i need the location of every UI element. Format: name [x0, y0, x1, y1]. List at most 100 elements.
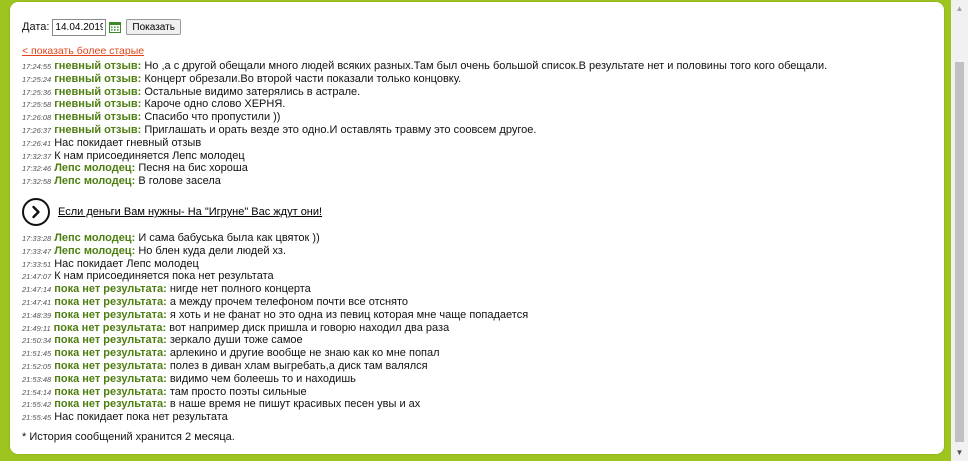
- message-text: Спасибо что пропустили )): [144, 111, 281, 124]
- message-nick[interactable]: Лепс молодец:: [54, 162, 135, 174]
- ad-link[interactable]: Если деньги Вам нужны- На "Игруне" Вас ж…: [58, 206, 322, 218]
- message-row: 17:33:47 Лепс молодец: Но блен куда дели …: [22, 245, 922, 258]
- message-row: 17:25:24 гневный отзыв: Концерт обрезали.…: [22, 73, 922, 86]
- message-nick[interactable]: пока нет результата:: [54, 309, 167, 321]
- message-row: 17:24:55 гневный отзыв: Но ,а с другой об…: [22, 60, 922, 73]
- message-time: 17:26:37: [22, 125, 52, 135]
- message-text: зеркало души тоже самое: [169, 334, 303, 347]
- message-nick[interactable]: гневный отзыв:: [54, 73, 141, 85]
- message-list-top: 17:24:55 гневный отзыв: Но ,а с другой об…: [22, 60, 922, 188]
- message-text: Нас покидает гневный отзыв: [54, 136, 202, 149]
- message-text: Кароче одно слово ХЕРНЯ.: [144, 98, 286, 111]
- message-nick[interactable]: гневный отзыв:: [54, 124, 141, 136]
- message-text: видимо чем болеешь то и находишь: [169, 372, 356, 385]
- message-nick[interactable]: Лепс молодец:: [54, 175, 135, 187]
- message-text: там просто поэты сильные: [169, 385, 307, 398]
- vertical-scrollbar[interactable]: ▲ ▼: [951, 0, 968, 461]
- message-nick[interactable]: пока нет результата:: [54, 283, 167, 295]
- message-time: 21:49:11: [22, 323, 51, 333]
- message-row: 17:25:58 гневный отзыв: Кароче одно слово…: [22, 98, 922, 111]
- message-row: 21:55:45 Нас покидает пока нет результата: [22, 411, 922, 424]
- message-time: 21:53:48: [22, 374, 52, 384]
- date-label: Дата:: [22, 21, 50, 33]
- message-row: 21:53:48 пока нет результата: видимо чем …: [22, 373, 922, 386]
- message-time: 21:47:14: [22, 285, 52, 295]
- message-text: полез в диван хлам выгребать,а диск там …: [169, 359, 428, 372]
- show-button[interactable]: Показать: [126, 19, 181, 35]
- message-row: 21:48:39 пока нет результата: я хоть и не…: [22, 309, 922, 322]
- message-list-bottom: 17:33:28 Лепс молодец: И сама бабуська бы…: [22, 232, 922, 424]
- message-row: 21:47:14 пока нет результата: нигде нет п…: [22, 283, 922, 296]
- history-footnote: * История сообщений хранится 2 месяца.: [22, 431, 235, 443]
- message-time: 17:25:24: [22, 74, 52, 84]
- calendar-icon[interactable]: [109, 21, 122, 33]
- message-text: К нам присоединяется Лепс молодец: [54, 149, 245, 162]
- message-nick[interactable]: гневный отзыв:: [54, 98, 141, 110]
- message-text: Но ,а с другой обещали много людей всяки…: [144, 60, 828, 72]
- message-text: Песня на бис хороша: [138, 162, 248, 175]
- message-text: Но блен куда дели людей хз.: [138, 244, 286, 257]
- message-time: 21:50:34: [22, 336, 52, 346]
- message-row: 21:52:05 пока нет результата: полез в див…: [22, 360, 922, 373]
- message-time: 21:55:45: [22, 413, 52, 423]
- message-time: 17:32:37: [22, 151, 52, 161]
- message-time: 17:33:51: [22, 259, 52, 269]
- scroll-down-icon[interactable]: ▼: [951, 444, 968, 461]
- message-text: я хоть и не фанат но это одна из певиц к…: [169, 308, 529, 321]
- message-time: 21:52:05: [22, 361, 52, 371]
- message-row: 17:26:37 гневный отзыв: Приглашать и орат…: [22, 124, 922, 137]
- message-time: 17:26:41: [22, 138, 52, 148]
- scroll-up-icon[interactable]: ▲: [951, 0, 968, 17]
- message-time: 21:47:07: [22, 272, 52, 282]
- message-row: 21:54:14 пока нет результата: там просто …: [22, 386, 922, 399]
- message-nick[interactable]: гневный отзыв:: [54, 111, 141, 123]
- message-nick[interactable]: пока нет результата:: [54, 296, 167, 308]
- message-time: 17:24:55: [22, 62, 52, 71]
- message-row: 21:55:42 пока нет результата: в наше врем…: [22, 398, 922, 411]
- date-filter: Дата: Показать: [22, 18, 181, 36]
- message-nick[interactable]: пока нет результата:: [54, 360, 167, 372]
- show-older-link[interactable]: < показать более старые: [22, 45, 144, 57]
- message-nick[interactable]: пока нет результата:: [54, 334, 167, 346]
- message-row: 21:47:07 К нам присоединяется пока нет ре…: [22, 270, 922, 283]
- message-nick[interactable]: пока нет результата:: [54, 373, 167, 385]
- message-row: 17:25:36 гневный отзыв: Остальные видимо …: [22, 86, 922, 99]
- message-time: 21:48:39: [22, 310, 52, 320]
- message-time: 21:54:14: [22, 387, 52, 397]
- message-text: К нам присоединяется пока нет результата: [54, 270, 274, 283]
- message-time: 17:33:28: [22, 234, 52, 243]
- ad-banner[interactable]: Если деньги Вам нужны- На "Игруне" Вас ж…: [22, 196, 322, 228]
- message-text: а между прочем телефоном почти все отсня…: [169, 295, 409, 308]
- message-time: 17:26:08: [22, 113, 52, 123]
- message-nick[interactable]: гневный отзыв:: [54, 86, 141, 98]
- message-text: В голове засела: [138, 175, 221, 188]
- message-time: 17:25:36: [22, 87, 52, 97]
- date-input[interactable]: [52, 18, 107, 36]
- message-nick[interactable]: Лепс молодец:: [54, 232, 135, 244]
- message-row: 17:26:41 Нас покидает гневный отзыв: [22, 137, 922, 150]
- message-row: 21:49:11 пока нет результата: вот наприме…: [22, 322, 922, 335]
- message-text: нигде нет полного концерта: [169, 283, 311, 296]
- message-time: 21:51:45: [22, 349, 52, 359]
- message-row: 17:33:51 Нас покидает Лепс молодец: [22, 258, 922, 271]
- message-nick[interactable]: пока нет результата:: [54, 347, 167, 359]
- message-row: 17:26:08 гневный отзыв: Спасибо что пропу…: [22, 111, 922, 124]
- chevron-right-icon[interactable]: [22, 198, 50, 226]
- message-nick[interactable]: гневный отзыв:: [54, 60, 141, 72]
- message-row: 17:33:28 Лепс молодец: И сама бабуська бы…: [22, 232, 922, 245]
- message-nick[interactable]: пока нет результата:: [54, 322, 167, 334]
- message-text: вот например диск пришла и говорю находи…: [169, 321, 450, 334]
- message-row: 21:50:34 пока нет результата: зеркало душ…: [22, 334, 922, 347]
- message-time: 17:33:47: [22, 246, 52, 256]
- chat-history-panel: Дата: Показать < показать более старые 1…: [10, 2, 944, 454]
- message-time: 17:32:58: [22, 177, 52, 187]
- message-nick[interactable]: Лепс молодец:: [54, 245, 135, 257]
- message-nick[interactable]: пока нет результата:: [54, 386, 167, 398]
- message-text: И сама бабуська была как цвяток )): [138, 232, 320, 244]
- message-text: арлекино и другие вообще не знаю как ко …: [169, 347, 440, 360]
- message-row: 21:47:41 пока нет результата: а между про…: [22, 296, 922, 309]
- message-row: 21:51:45 пока нет результата: арлекино и …: [22, 347, 922, 360]
- scrollbar-thumb[interactable]: [955, 62, 964, 442]
- message-nick[interactable]: пока нет результата:: [54, 398, 167, 410]
- message-row: 17:32:46 Лепс молодец: Песня на бис хорош…: [22, 162, 922, 175]
